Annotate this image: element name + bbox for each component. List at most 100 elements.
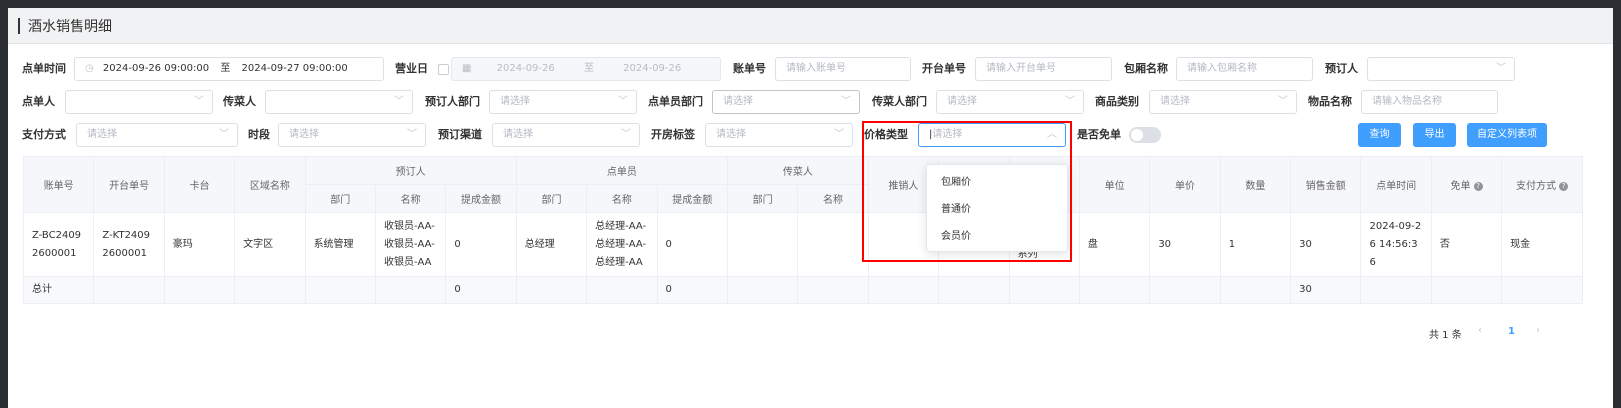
orderer-dept-select[interactable]: 请选择 ﹀ <box>712 90 860 114</box>
cell-booker-name: 收银员-AA-收银员-AA-收银员-AA <box>374 212 447 277</box>
server-dept-label: 传菜人部门 <box>872 95 927 108</box>
order-time-separator: 至 <box>220 63 231 74</box>
orderer-select[interactable]: ﹀ <box>65 90 213 114</box>
chevron-down-icon: ﹀ <box>1278 96 1288 107</box>
chevron-down-icon: ﹀ <box>1065 96 1075 107</box>
summary-empty <box>938 276 1010 304</box>
col-group-server: 传菜人 <box>726 156 869 185</box>
booker-label: 预订人 <box>1325 62 1358 75</box>
summary-empty <box>1149 276 1221 304</box>
orderer-dept-placeholder: 请选择 <box>723 96 753 107</box>
order-time-range-picker[interactable]: ◷ 2024-09-26 09:00:00 至 2024-09-27 09:00… <box>74 57 384 81</box>
toggle-knob <box>1131 129 1143 141</box>
col-server-name: 名称 <box>797 184 869 213</box>
col-booker-commission: 提成金额 <box>445 184 517 213</box>
col-open-no: 开台单号 <box>93 156 165 213</box>
custom-columns-button[interactable]: 自定义列表项 <box>1467 123 1547 147</box>
server-dept-placeholder: 请选择 <box>947 96 977 107</box>
room-tag-label: 开房标签 <box>651 128 695 141</box>
summary-orderer-commission: 0 <box>656 276 728 304</box>
summary-empty <box>93 276 165 304</box>
cell-payment: 现金 <box>1501 212 1583 277</box>
query-button[interactable]: 查询 <box>1358 123 1401 147</box>
col-table: 卡台 <box>163 156 236 213</box>
chevron-down-icon: ﹀ <box>407 129 417 140</box>
orderer-label: 点单人 <box>22 95 55 108</box>
room-tag-select[interactable]: 请选择 ﹀ <box>705 123 853 147</box>
bill-no-label: 账单号 <box>733 62 766 75</box>
question-icon[interactable]: ? <box>1473 181 1483 191</box>
item-name-label: 物品名称 <box>1308 95 1352 108</box>
pagination-total: 共 1 条 <box>1429 330 1462 341</box>
col-server-dept: 部门 <box>726 184 799 213</box>
col-group-booker: 预订人 <box>304 156 517 185</box>
server-select[interactable]: ﹀ <box>265 90 413 114</box>
business-day-start: 2024-09-26 <box>496 63 555 74</box>
item-name-input[interactable]: 请输入物品名称 <box>1361 90 1498 114</box>
page-title: 酒水销售明细 <box>28 18 112 35</box>
category-select[interactable]: 请选择 ﹀ <box>1149 90 1297 114</box>
server-dept-select[interactable]: 请选择 ﹀ <box>936 90 1084 114</box>
cell-booker-commission: 0 <box>445 212 517 277</box>
period-select[interactable]: 请选择 ﹀ <box>278 123 426 147</box>
chevron-down-icon: ﹀ <box>1496 63 1506 74</box>
room-name-input[interactable]: 请输入包厢名称 <box>1176 57 1313 81</box>
bill-no-input[interactable]: 请输入账单号 <box>775 57 911 81</box>
business-day-label: 营业日 <box>395 62 428 75</box>
open-no-input[interactable]: 请输入开台单号 <box>975 57 1112 81</box>
booker-dept-select[interactable]: 请选择 ﹀ <box>489 90 637 114</box>
col-unit: 单位 <box>1078 156 1151 213</box>
summary-row: 总计 0 0 30 <box>22 276 1583 304</box>
chevron-down-icon: ﹀ <box>194 96 204 107</box>
free-label: 是否免单 <box>1077 128 1121 141</box>
business-day-checkbox[interactable] <box>438 64 449 75</box>
summary-empty <box>1078 276 1151 304</box>
category-label: 商品类别 <box>1095 95 1139 108</box>
cell-booker-dept: 系统管理 <box>304 212 376 277</box>
cell-table: 豪玛 <box>163 212 236 277</box>
table-row: Z-BC24092600001 Z-KT24092600001 豪玛 文字区 系… <box>22 212 1583 277</box>
col-orderer-commission: 提成金额 <box>656 184 728 213</box>
summary-amount: 30 <box>1290 276 1362 304</box>
export-button[interactable]: 导出 <box>1413 123 1456 147</box>
order-time-end: 2024-09-27 09:00:00 <box>241 63 348 74</box>
summary-empty <box>1360 276 1432 304</box>
open-no-placeholder: 请输入开台单号 <box>986 63 1056 74</box>
summary-empty <box>234 276 306 304</box>
payment-select[interactable]: 请选择 ﹀ <box>76 123 238 147</box>
summary-empty <box>163 276 236 304</box>
cell-amount: 30 <box>1290 212 1362 277</box>
channel-select[interactable]: 请选择 ﹀ <box>492 123 640 147</box>
free-toggle[interactable] <box>1129 127 1161 143</box>
col-payment-label: 支付方式 <box>1516 181 1557 192</box>
col-bill-no: 账单号 <box>22 156 95 213</box>
page-number[interactable]: 1 <box>1508 326 1515 337</box>
cell-orderer-name: 总经理-AA-总经理-AA-总经理-AA <box>586 212 658 277</box>
business-day-range-picker: ▦ 2024-09-26 至 2024-09-26 <box>451 57 721 81</box>
summary-empty <box>1430 276 1503 304</box>
col-orderer-name: 名称 <box>586 184 658 213</box>
calendar-icon: ▦ <box>462 63 472 74</box>
highlight-box <box>862 121 1072 262</box>
payment-placeholder: 请选择 <box>87 129 117 140</box>
chevron-down-icon: ﹀ <box>834 129 844 140</box>
col-area: 区域名称 <box>234 156 306 213</box>
col-booker-name: 名称 <box>374 184 447 213</box>
col-order-time: 点单时间 <box>1360 156 1432 213</box>
title-accent-bar <box>18 17 20 34</box>
cell-bill-no[interactable]: Z-BC24092600001 <box>22 212 95 277</box>
next-page-icon[interactable]: › <box>1536 325 1540 336</box>
cell-server-dept <box>726 212 799 277</box>
prev-page-icon[interactable]: ‹ <box>1478 325 1482 336</box>
col-payment: 支付方式 ? <box>1501 156 1583 213</box>
item-name-placeholder: 请输入物品名称 <box>1372 96 1442 107</box>
question-icon[interactable]: ? <box>1559 181 1569 191</box>
booker-select[interactable]: ﹀ <box>1367 57 1515 81</box>
channel-placeholder: 请选择 <box>503 129 533 140</box>
summary-empty <box>515 276 588 304</box>
room-name-placeholder: 请输入包厢名称 <box>1187 63 1257 74</box>
business-day-end: 2024-09-26 <box>623 63 682 74</box>
period-label: 时段 <box>248 128 270 141</box>
col-free-label: 免单 <box>1450 181 1471 192</box>
page-title-bar: 酒水销售明细 <box>8 8 1613 44</box>
